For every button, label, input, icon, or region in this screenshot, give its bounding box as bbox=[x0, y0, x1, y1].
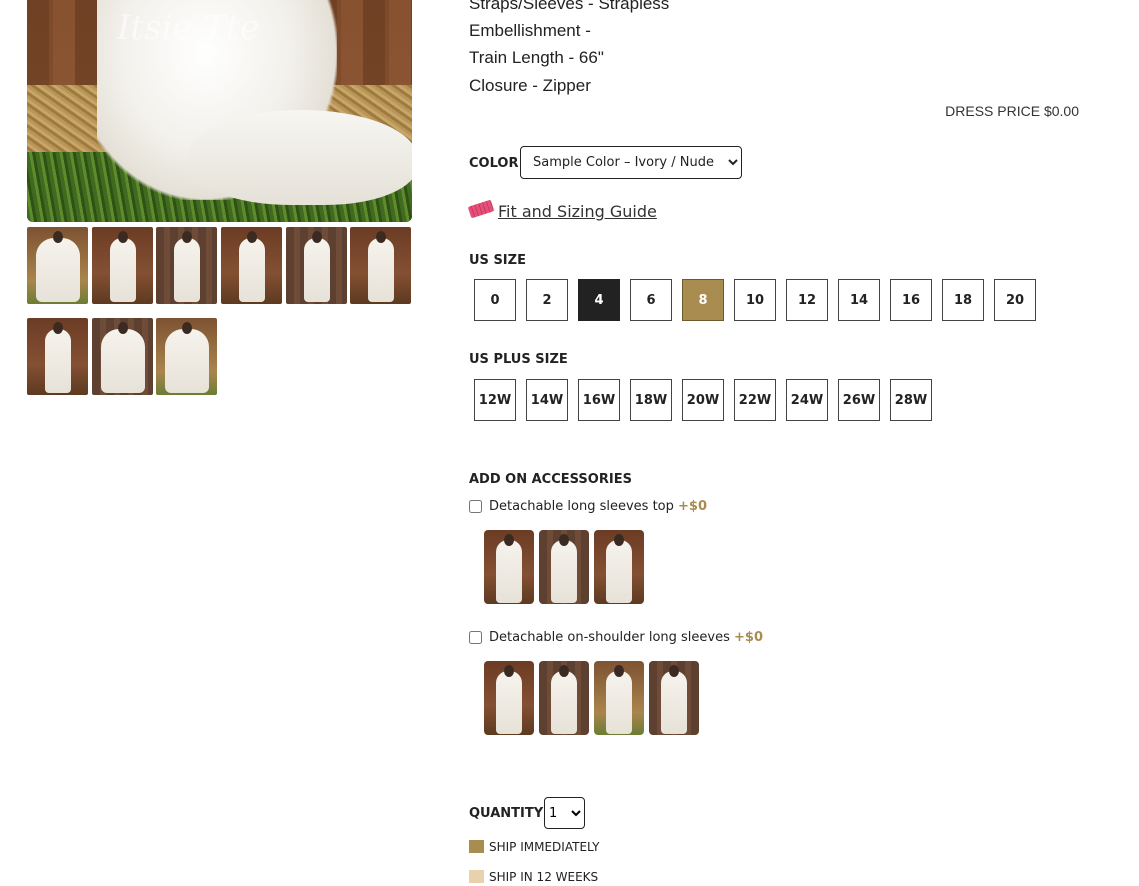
thumbnail-gown-figure bbox=[496, 540, 522, 603]
thumbnail-gown-figure bbox=[164, 328, 209, 394]
plus-size-option-12W[interactable]: 12W bbox=[474, 379, 516, 421]
gallery-thumbnail[interactable] bbox=[27, 227, 88, 304]
color-label: COLOR bbox=[469, 156, 519, 171]
gallery-thumbnail[interactable] bbox=[92, 227, 153, 304]
quantity-select[interactable]: 1 bbox=[544, 797, 585, 829]
size-option-2[interactable]: 2 bbox=[526, 279, 568, 321]
thumbnail-gown-figure bbox=[606, 540, 632, 603]
spec-line: Straps/Sleeves - Strapless bbox=[469, 0, 670, 13]
spec-line: Train Length - 66" bbox=[469, 48, 604, 67]
plus-size-option-18W[interactable]: 18W bbox=[630, 379, 672, 421]
thumbnail-gown-figure bbox=[109, 237, 136, 303]
accessory-label-long-sleeves-top[interactable]: Detachable long sleeves top +$0 bbox=[489, 499, 707, 514]
main-product-photo[interactable]: Itsie Tte bbox=[27, 0, 412, 222]
thumbnail-model-head bbox=[375, 230, 386, 243]
accessory-checkbox-long-sleeves-top[interactable] bbox=[469, 500, 482, 513]
dress-price: DRESS PRICE $0.00 bbox=[945, 103, 1079, 119]
size-option-14[interactable]: 14 bbox=[838, 279, 880, 321]
plus-size-option-16W[interactable]: 16W bbox=[578, 379, 620, 421]
thumbnail-gown-figure bbox=[367, 237, 394, 303]
spec-line: Closure - Zipper bbox=[469, 76, 591, 95]
accessory-thumbnail[interactable] bbox=[539, 661, 589, 735]
size-option-10[interactable]: 10 bbox=[734, 279, 776, 321]
plus-size-option-22W[interactable]: 22W bbox=[734, 379, 776, 421]
accessory-price: +$0 bbox=[678, 499, 708, 514]
ship-immediately-swatch bbox=[469, 840, 484, 853]
thumbnail-gown-figure bbox=[100, 328, 145, 394]
thumbnail-model-head bbox=[669, 664, 679, 677]
size-option-12[interactable]: 12 bbox=[786, 279, 828, 321]
us-plus-size-label: US PLUS SIZE bbox=[469, 352, 568, 367]
plus-size-option-28W[interactable]: 28W bbox=[890, 379, 932, 421]
accessory-checkbox-on-shoulder-sleeves[interactable] bbox=[469, 631, 482, 644]
fit-sizing-guide-link[interactable]: Fit and Sizing Guide bbox=[498, 202, 657, 221]
gallery-thumbnail[interactable] bbox=[286, 227, 347, 304]
plus-size-option-14W[interactable]: 14W bbox=[526, 379, 568, 421]
thumbnail-model-head bbox=[181, 230, 192, 243]
size-option-6[interactable]: 6 bbox=[630, 279, 672, 321]
watermark-logo: Itsie Tte bbox=[117, 8, 260, 48]
us-size-label: US SIZE bbox=[469, 253, 526, 268]
thumbnail-gown-figure bbox=[238, 237, 265, 303]
ship-12-weeks-label: SHIP IN 12 WEEKS bbox=[489, 870, 599, 884]
size-option-20[interactable]: 20 bbox=[994, 279, 1036, 321]
thumbnail-model-head bbox=[559, 664, 569, 677]
thumbnail-model-head bbox=[614, 533, 624, 546]
thumbnail-model-head bbox=[117, 321, 128, 334]
gallery-thumbnail[interactable] bbox=[156, 318, 217, 395]
thumbnail-model-head bbox=[504, 533, 514, 546]
quantity-label: QUANTITY bbox=[469, 806, 544, 821]
accessory-thumbnail[interactable] bbox=[539, 530, 589, 604]
thumbnail-gown-figure bbox=[606, 671, 632, 734]
accessory-thumbnail[interactable] bbox=[484, 661, 534, 735]
thumbnail-model-head bbox=[52, 230, 63, 243]
gallery-thumbnail[interactable] bbox=[92, 318, 153, 395]
size-option-8[interactable]: 8 bbox=[682, 279, 724, 321]
accessory-thumbnail[interactable] bbox=[594, 530, 644, 604]
thumbnail-model-head bbox=[117, 230, 128, 243]
thumbnail-model-head bbox=[181, 321, 192, 334]
gallery-thumbnail[interactable] bbox=[350, 227, 411, 304]
thumbnail-gown-figure bbox=[496, 671, 522, 734]
size-option-0[interactable]: 0 bbox=[474, 279, 516, 321]
thumbnail-gown-figure bbox=[35, 237, 80, 303]
thumbnail-gown-figure bbox=[303, 237, 330, 303]
photo-gown-train bbox=[187, 110, 412, 205]
accessory-thumbnail[interactable] bbox=[484, 530, 534, 604]
plus-size-option-26W[interactable]: 26W bbox=[838, 379, 880, 421]
accessory-label-on-shoulder-sleeves[interactable]: Detachable on-shoulder long sleeves +$0 bbox=[489, 630, 763, 645]
thumbnail-gown-figure bbox=[173, 237, 200, 303]
thumbnail-gown-figure bbox=[551, 540, 577, 603]
accessory-thumbnail[interactable] bbox=[594, 661, 644, 735]
size-option-16[interactable]: 16 bbox=[890, 279, 932, 321]
gallery-thumbnail[interactable] bbox=[27, 318, 88, 395]
ship-immediately-label: SHIP IMMEDIATELY bbox=[489, 840, 600, 854]
gallery-thumbnail[interactable] bbox=[221, 227, 282, 304]
spec-line: Embellishment - bbox=[469, 21, 591, 40]
gallery-thumbnail[interactable] bbox=[156, 227, 217, 304]
accessory-name: Detachable long sleeves top bbox=[489, 499, 674, 514]
thumbnail-model-head bbox=[52, 321, 63, 334]
add-on-accessories-label: ADD ON ACCESSORIES bbox=[469, 472, 632, 487]
thumbnail-model-head bbox=[614, 664, 624, 677]
thumbnail-model-head bbox=[246, 230, 257, 243]
thumbnail-model-head bbox=[311, 230, 322, 243]
plus-size-option-20W[interactable]: 20W bbox=[682, 379, 724, 421]
accessory-price: +$0 bbox=[734, 630, 764, 645]
plus-size-option-24W[interactable]: 24W bbox=[786, 379, 828, 421]
thumbnail-model-head bbox=[504, 664, 514, 677]
thumbnail-model-head bbox=[559, 533, 569, 546]
thumbnail-gown-figure bbox=[661, 671, 687, 734]
thumbnail-gown-figure bbox=[551, 671, 577, 734]
ruler-icon bbox=[467, 199, 495, 219]
color-select[interactable]: Sample Color – Ivory / Nude bbox=[520, 146, 742, 179]
thumbnail-gown-figure bbox=[44, 328, 71, 394]
accessory-name: Detachable on-shoulder long sleeves bbox=[489, 630, 730, 645]
ship-12-weeks-swatch bbox=[469, 870, 484, 883]
size-option-18[interactable]: 18 bbox=[942, 279, 984, 321]
size-option-4[interactable]: 4 bbox=[578, 279, 620, 321]
accessory-thumbnail[interactable] bbox=[649, 661, 699, 735]
